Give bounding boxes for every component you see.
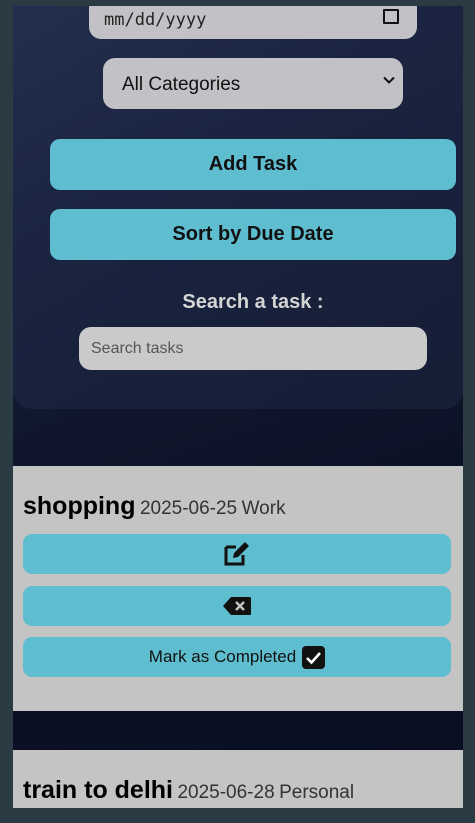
task-category: Work <box>241 498 286 519</box>
task-header: train to delhi 2025-06-28 Personal <box>23 776 354 805</box>
due-date-input[interactable]: mm/dd/yyyy <box>89 6 417 39</box>
task-category: Personal <box>279 782 355 803</box>
delete-task-button[interactable] <box>23 586 451 626</box>
mark-completed-button[interactable]: Mark as Completed <box>23 637 451 677</box>
checkbox-checked-icon <box>302 645 326 669</box>
task-header: shopping 2025-06-25 Work <box>23 492 286 521</box>
category-select[interactable]: All Categories <box>103 58 403 109</box>
search-input[interactable]: Search tasks <box>79 327 427 370</box>
task-card: shopping 2025-06-25 Work Mark as Complet… <box>13 466 463 711</box>
date-placeholder: mm/dd/yyyy <box>104 10 207 30</box>
mark-completed-label: Mark as Completed <box>148 647 297 666</box>
edit-icon <box>224 542 249 566</box>
category-selected-value: All Categories <box>122 74 241 95</box>
search-heading: Search a task : <box>182 291 324 313</box>
app-frame: mm/dd/yyyy All Categories Add Task Sort … <box>13 6 463 808</box>
task-name: shopping <box>23 492 136 520</box>
edit-task-button[interactable] <box>23 534 451 574</box>
delete-icon <box>223 597 251 615</box>
chevron-down-icon <box>383 76 395 84</box>
sort-by-due-date-button[interactable]: Sort by Due Date <box>50 209 456 260</box>
task-card: train to delhi 2025-06-28 Personal <box>13 750 463 808</box>
task-date: 2025-06-28 <box>177 782 275 803</box>
calendar-icon[interactable] <box>383 9 399 24</box>
add-task-button[interactable]: Add Task <box>50 139 456 190</box>
task-date: 2025-06-25 <box>139 498 238 519</box>
task-form: mm/dd/yyyy All Categories Add Task Sort … <box>13 6 463 409</box>
search-placeholder: Search tasks <box>91 340 184 357</box>
task-name: train to delhi <box>23 776 173 804</box>
